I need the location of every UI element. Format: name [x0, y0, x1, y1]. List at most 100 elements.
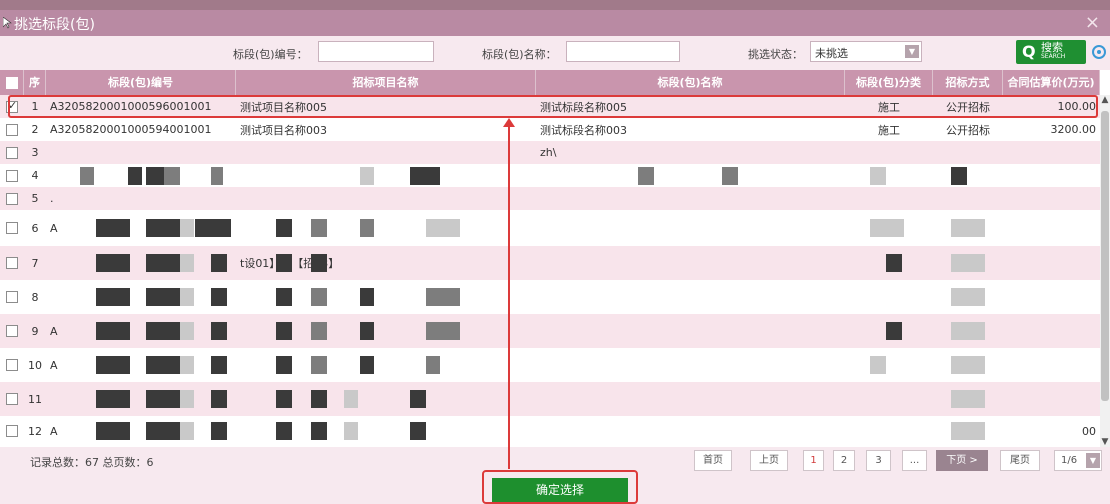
select-all-checkbox[interactable]: [5, 77, 18, 89]
redacted-block: [951, 356, 985, 374]
page-3-button[interactable]: 3: [866, 450, 891, 471]
row-checkbox[interactable]: [6, 359, 18, 371]
redacted-block: [211, 254, 227, 272]
scrollbar-thumb[interactable]: [1101, 111, 1109, 401]
redacted-block: [276, 422, 292, 440]
prev-page-button[interactable]: 上页: [750, 450, 788, 471]
table-row[interactable]: 7t设01】---【招03】: [0, 246, 1100, 280]
row-bid-method: 公开招标: [933, 118, 1003, 141]
row-checkbox[interactable]: [6, 222, 18, 234]
close-icon[interactable]: ×: [1085, 12, 1100, 33]
redacted-block: [951, 167, 967, 185]
search-button[interactable]: Q 搜索 SEARCH: [1016, 40, 1086, 64]
select-section-dialog: 挑选标段(包) × 标段(包)编号： 标段(包)名称： 挑选状态： 未挑选 ▼ …: [0, 0, 1110, 504]
table-row[interactable]: 2 A3205820001000594001001 测试项目名称003 测试标段名称0…: [0, 118, 1100, 141]
row-project-name: 测试项目名称005: [240, 95, 536, 118]
row-contract-price: 00: [1003, 416, 1100, 446]
row-number-text: 10: [28, 358, 42, 372]
row-section-code: [50, 246, 236, 280]
section-code-input[interactable]: [318, 41, 434, 62]
row-section-code-text: A3205820001000596001001: [50, 100, 212, 113]
header-contract-price[interactable]: 合同估算价(万元): [1003, 70, 1100, 95]
row-checkbox[interactable]: [6, 291, 18, 303]
redacted-block: [211, 288, 227, 306]
row-section-category: 施工: [845, 118, 933, 141]
page-select[interactable]: 1/6 ▼: [1054, 450, 1102, 471]
header-section-code[interactable]: 标段(包)编号: [46, 70, 236, 95]
dialog-title: 挑选标段(包): [14, 17, 95, 33]
redacted-block: [146, 390, 180, 408]
redacted-block: [180, 288, 194, 306]
select-status-dropdown[interactable]: 未挑选 ▼: [810, 41, 922, 62]
row-number: 11: [24, 382, 46, 416]
table-row[interactable]: 3 zh\: [0, 141, 1100, 164]
row-section-name-text: zh\: [540, 146, 557, 159]
table-row[interactable]: 10 A: [0, 348, 1100, 382]
header-project-name[interactable]: 招标项目名称: [236, 70, 536, 95]
table-body: ✓ 1 A3205820001000596001001 测试项目名称005 测试标段名称…: [0, 95, 1100, 447]
row-checkbox[interactable]: [6, 257, 18, 269]
header-section-name[interactable]: 标段(包)名称: [536, 70, 845, 95]
table-row[interactable]: 11: [0, 382, 1100, 416]
page-2-button[interactable]: 2: [833, 450, 855, 471]
table-row[interactable]: 9A: [0, 314, 1100, 348]
row-section-name: zh\: [540, 141, 845, 164]
row-contract-price: [1003, 348, 1100, 382]
redacted-block: [951, 288, 985, 306]
row-section-category: [845, 348, 933, 382]
row-number: 1: [24, 95, 46, 118]
row-section-name: [540, 280, 845, 314]
header-section-category[interactable]: 标段(包)分类: [845, 70, 933, 95]
section-code-label: 标段(包)编号：: [233, 48, 308, 61]
section-name-input[interactable]: [566, 41, 680, 62]
table-scrollbar[interactable]: ▲ ▼: [1100, 95, 1110, 447]
row-checkbox-cell: [0, 348, 24, 382]
scroll-up-icon[interactable]: ▲: [1100, 95, 1110, 105]
table-row[interactable]: ✓ 1 A3205820001000596001001 测试项目名称005 测试标段名称…: [0, 95, 1100, 118]
page-1-button[interactable]: 1: [803, 450, 824, 471]
row-checkbox-cell: [0, 141, 24, 164]
table-row[interactable]: 4: [0, 164, 1100, 187]
next-page-button[interactable]: 下页 >: [936, 450, 988, 471]
redacted-block: [276, 254, 292, 272]
redacted-block: [80, 167, 94, 185]
scroll-down-icon[interactable]: ▼: [1100, 437, 1110, 447]
table-row[interactable]: 6A: [0, 210, 1100, 246]
row-section-code: [50, 280, 236, 314]
row-checkbox[interactable]: [6, 169, 18, 182]
redacted-block: [951, 254, 985, 272]
row-bid-method: [933, 141, 1003, 164]
row-project-name: [240, 141, 536, 164]
row-number: 8: [24, 280, 46, 314]
row-bid-method-text: 公开招标: [946, 123, 990, 137]
row-checkbox[interactable]: [6, 325, 18, 337]
row-checkbox[interactable]: [6, 192, 18, 205]
row-section-category: [845, 141, 933, 164]
row-checkbox[interactable]: [6, 146, 18, 159]
search-icon: Q: [1022, 42, 1036, 61]
redacted-block: [146, 322, 180, 340]
row-checkbox[interactable]: ✓: [6, 99, 18, 113]
row-checkbox-cell: [0, 246, 24, 280]
row-section-name: [540, 382, 845, 416]
redacted-block: [870, 219, 904, 237]
redacted-block: [146, 356, 180, 374]
table-row[interactable]: 5.: [0, 187, 1100, 210]
radio-target-icon[interactable]: [1092, 45, 1106, 59]
row-checkbox[interactable]: [6, 123, 18, 136]
row-checkbox[interactable]: [6, 393, 18, 405]
select-status-label: 挑选状态：: [748, 48, 803, 61]
row-section-category: [845, 416, 933, 446]
row-checkbox[interactable]: [6, 425, 18, 437]
header-bid-method[interactable]: 招标方式: [933, 70, 1003, 95]
confirm-select-button[interactable]: 确定选择: [492, 478, 628, 502]
row-section-code: A: [50, 416, 236, 446]
last-page-button[interactable]: 尾页: [1000, 450, 1040, 471]
redacted-block: [311, 219, 327, 237]
table-row[interactable]: 8: [0, 280, 1100, 314]
row-number-text: 7: [31, 256, 39, 270]
first-page-button[interactable]: 首页: [694, 450, 732, 471]
redacted-block: [276, 356, 292, 374]
row-section-code: .: [50, 187, 236, 210]
table-row[interactable]: 12 A 00: [0, 416, 1100, 446]
